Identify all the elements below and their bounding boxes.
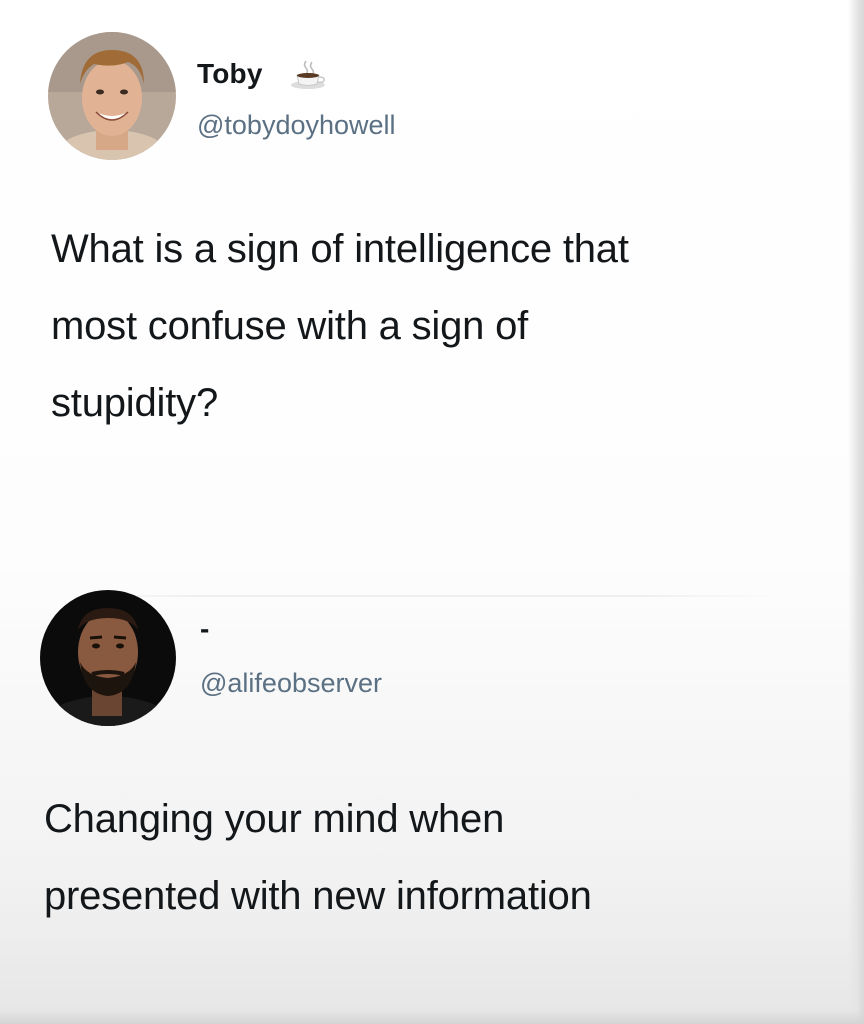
tweet-text-line: Changing your mind when bbox=[44, 797, 505, 841]
avatar[interactable] bbox=[48, 32, 176, 160]
user-handle[interactable]: @tobydoyhowell bbox=[197, 110, 396, 141]
display-name[interactable]: - bbox=[200, 613, 210, 645]
tweet-text-line: most confuse with a sign of bbox=[51, 304, 529, 348]
display-name[interactable]: Toby bbox=[197, 58, 263, 90]
tweet-text: What is a sign of intelligence that most… bbox=[51, 211, 831, 442]
avatar-photo-alifeobserver bbox=[40, 590, 176, 726]
tweet-text-line: stupidity? bbox=[51, 381, 218, 425]
coffee-cup-icon bbox=[291, 60, 325, 89]
tweet-answer: - @alifeobserver Changing your mind when… bbox=[0, 585, 864, 1005]
avatar[interactable] bbox=[40, 590, 176, 726]
screen-edge bbox=[848, 0, 864, 1024]
avatar-photo-toby bbox=[48, 32, 176, 160]
tweet-text: Changing your mind when presented with n… bbox=[44, 781, 844, 935]
user-handle[interactable]: @alifeobserver bbox=[200, 668, 382, 699]
tweet-text-line: presented with new information bbox=[44, 874, 592, 918]
screenshot: Toby @tobydoyhowell What is a sign of in… bbox=[0, 0, 864, 1024]
screen-edge bbox=[0, 1010, 864, 1024]
tweet-question: Toby @tobydoyhowell What is a sign of in… bbox=[0, 0, 864, 560]
tweet-text-line: What is a sign of intelligence that bbox=[51, 227, 629, 271]
